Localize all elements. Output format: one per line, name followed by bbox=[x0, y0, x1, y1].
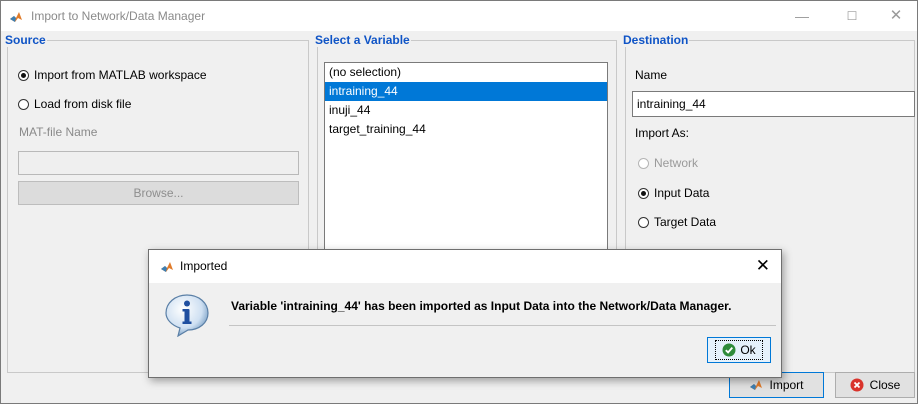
matlab-logo-icon bbox=[750, 380, 763, 390]
check-icon bbox=[722, 343, 736, 357]
radio-network-label: Network bbox=[654, 156, 699, 170]
imported-dialog: Imported ✕ Variable 'intraining_44' has … bbox=[148, 249, 782, 378]
radio-indicator[interactable] bbox=[638, 187, 649, 199]
maximize-icon[interactable]: ☐ bbox=[837, 5, 867, 27]
window-title: Import to Network/Data Manager bbox=[31, 9, 206, 23]
close-icon[interactable]: ✕ bbox=[881, 5, 911, 27]
mat-file-input[interactable] bbox=[18, 151, 299, 175]
ok-button-label: Ok bbox=[740, 343, 756, 357]
radio-indicator[interactable] bbox=[638, 157, 649, 169]
minimize-icon[interactable]: — bbox=[787, 5, 817, 27]
dialog-message: Variable 'intraining_44' has been import… bbox=[231, 299, 732, 313]
radio-indicator[interactable] bbox=[18, 69, 29, 81]
radio-import-workspace[interactable]: Import from MATLAB workspace bbox=[18, 66, 207, 84]
ok-button-focus: Ok bbox=[715, 340, 763, 360]
radio-network[interactable]: Network bbox=[638, 154, 698, 172]
ok-button[interactable]: Ok bbox=[707, 337, 771, 363]
list-item[interactable]: target_training_44 bbox=[325, 120, 607, 139]
dialog-title-bar: Imported ✕ bbox=[149, 250, 781, 283]
import-as-label: Import As: bbox=[635, 126, 690, 140]
radio-load-disk-label: Load from disk file bbox=[34, 97, 132, 111]
radio-input-data-label: Input Data bbox=[654, 186, 710, 200]
radio-target-data-label: Target Data bbox=[654, 215, 717, 229]
radio-target-data[interactable]: Target Data bbox=[638, 213, 716, 231]
dialog-title: Imported bbox=[180, 259, 228, 273]
dialog-divider bbox=[229, 325, 776, 326]
close-icon[interactable]: ✕ bbox=[756, 256, 770, 276]
source-legend: Source bbox=[5, 33, 46, 47]
radio-input-data[interactable]: Input Data bbox=[638, 184, 709, 202]
browse-button[interactable]: Browse... bbox=[18, 181, 299, 205]
close-button-label: Close bbox=[869, 378, 901, 392]
radio-indicator[interactable] bbox=[18, 98, 29, 110]
mat-file-label: MAT-file Name bbox=[19, 125, 98, 139]
list-item[interactable]: (no selection) bbox=[325, 63, 607, 82]
title-bar: Import to Network/Data Manager — ☐ ✕ bbox=[1, 1, 917, 31]
radio-indicator[interactable] bbox=[638, 216, 649, 228]
info-icon bbox=[165, 294, 209, 337]
matlab-logo-icon bbox=[161, 262, 173, 272]
name-input[interactable]: intraining_44 bbox=[632, 91, 915, 117]
list-item-selected[interactable]: intraining_44 bbox=[325, 82, 607, 101]
destination-legend: Destination bbox=[623, 33, 689, 47]
list-item[interactable]: inuji_44 bbox=[325, 101, 607, 120]
radio-load-disk[interactable]: Load from disk file bbox=[18, 95, 131, 113]
variable-list[interactable]: (no selection) intraining_44 inuji_44 ta… bbox=[324, 62, 608, 252]
name-label: Name bbox=[635, 68, 668, 82]
error-icon bbox=[850, 378, 864, 392]
radio-import-workspace-label: Import from MATLAB workspace bbox=[34, 68, 207, 82]
variable-legend: Select a Variable bbox=[315, 33, 410, 47]
matlab-logo-icon bbox=[10, 12, 22, 22]
close-button[interactable]: Close bbox=[835, 372, 915, 398]
import-button-label: Import bbox=[769, 378, 804, 392]
